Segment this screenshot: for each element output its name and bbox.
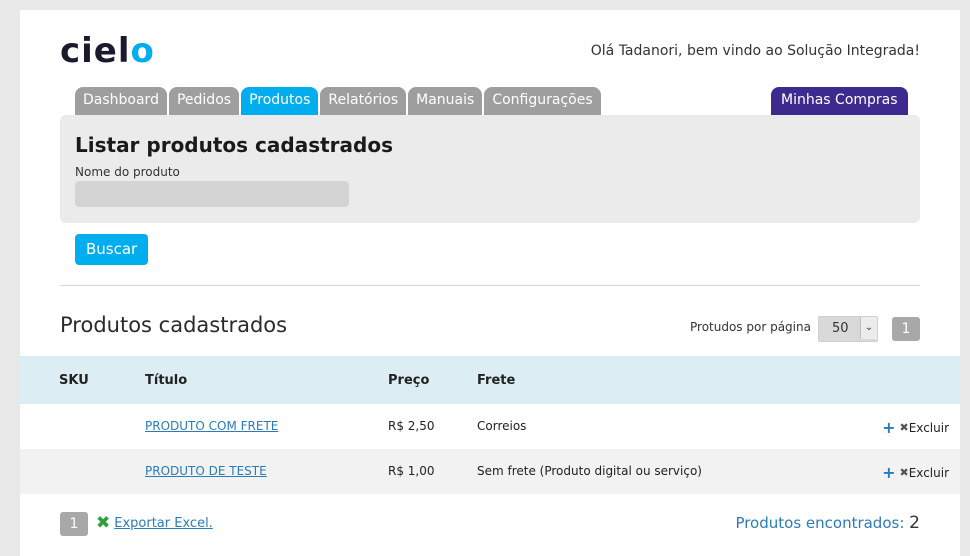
header-sku: SKU (59, 373, 89, 388)
row-shipping: Correios (477, 419, 527, 433)
header-shipping: Frete (477, 373, 516, 388)
products-found-count: 2 (909, 513, 920, 533)
plus-icon[interactable]: + (882, 418, 895, 437)
table-row: PRODUTO DE TESTE R$ 1,00 Sem frete (Prod… (20, 449, 960, 494)
logo-accent: o (130, 31, 155, 71)
delete-link[interactable]: Excluir (909, 421, 949, 435)
products-found: Produtos encontrados: 2 (735, 513, 920, 533)
products-table: SKU Título Preço Frete PRODUTO COM FRETE… (20, 356, 960, 494)
search-panel: Listar produtos cadastrados Nome do prod… (60, 115, 920, 223)
row-actions: + ✖ Excluir (882, 418, 949, 437)
table-header: SKU Título Preço Frete (20, 356, 960, 404)
divider (60, 285, 920, 286)
product-title-link[interactable]: PRODUTO DE TESTE (145, 464, 267, 478)
row-price: R$ 1,00 (388, 464, 435, 478)
tab-dashboard[interactable]: Dashboard (75, 87, 167, 115)
header-title: Título (145, 373, 188, 388)
excel-icon: ✖ (96, 513, 111, 533)
tab-produtos[interactable]: Produtos (241, 87, 319, 115)
search-title: Listar produtos cadastrados (75, 133, 393, 157)
delete-icon[interactable]: ✖ (900, 421, 909, 434)
logo-text: ciel (60, 31, 131, 71)
tab-manuais[interactable]: Manuais (408, 87, 483, 115)
table-row: PRODUTO COM FRETE R$ 2,50 Correios + ✖ E… (20, 404, 960, 449)
tab-pedidos[interactable]: Pedidos (168, 87, 240, 115)
pagination-bottom-page[interactable]: 1 (60, 512, 88, 536)
cielo-logo: cielo (60, 34, 155, 68)
plus-icon[interactable]: + (882, 463, 895, 482)
row-actions: + ✖ Excluir (882, 463, 949, 482)
product-name-label: Nome do produto (75, 165, 180, 179)
delete-icon[interactable]: ✖ (900, 466, 909, 479)
per-page-select[interactable]: 50 ⌄ (818, 316, 878, 342)
list-title: Produtos cadastrados (60, 313, 288, 337)
export-excel-link[interactable]: Exportar Excel. (114, 516, 213, 531)
row-price: R$ 2,50 (388, 419, 435, 433)
product-title-link[interactable]: PRODUTO COM FRETE (145, 419, 278, 433)
welcome-greeting: Olá Tadanori, bem vindo ao Solução Integ… (590, 43, 920, 59)
chevron-down-icon: ⌄ (860, 317, 877, 339)
delete-link[interactable]: Excluir (909, 466, 949, 480)
export-excel: ✖ Exportar Excel. (96, 513, 213, 533)
row-shipping: Sem frete (Produto digital ou serviço) (477, 464, 702, 478)
pagination-top-page[interactable]: 1 (892, 317, 920, 341)
page: cielo Olá Tadanori, bem vindo ao Solução… (20, 10, 960, 556)
search-button[interactable]: Buscar (75, 234, 149, 265)
per-page-value: 50 (832, 321, 849, 336)
product-name-input[interactable] (75, 181, 349, 207)
products-found-label: Produtos encontrados: (735, 514, 905, 532)
header-price: Preço (388, 373, 430, 388)
tab-minhas-compras[interactable]: Minhas Compras (771, 87, 908, 115)
tab-relatorios[interactable]: Relatórios (320, 87, 407, 115)
main-tabs: Dashboard Pedidos Produtos Relatórios Ma… (75, 87, 601, 115)
tab-configuracoes[interactable]: Configurações (484, 87, 601, 115)
per-page-label: Protudos por página (690, 320, 811, 334)
